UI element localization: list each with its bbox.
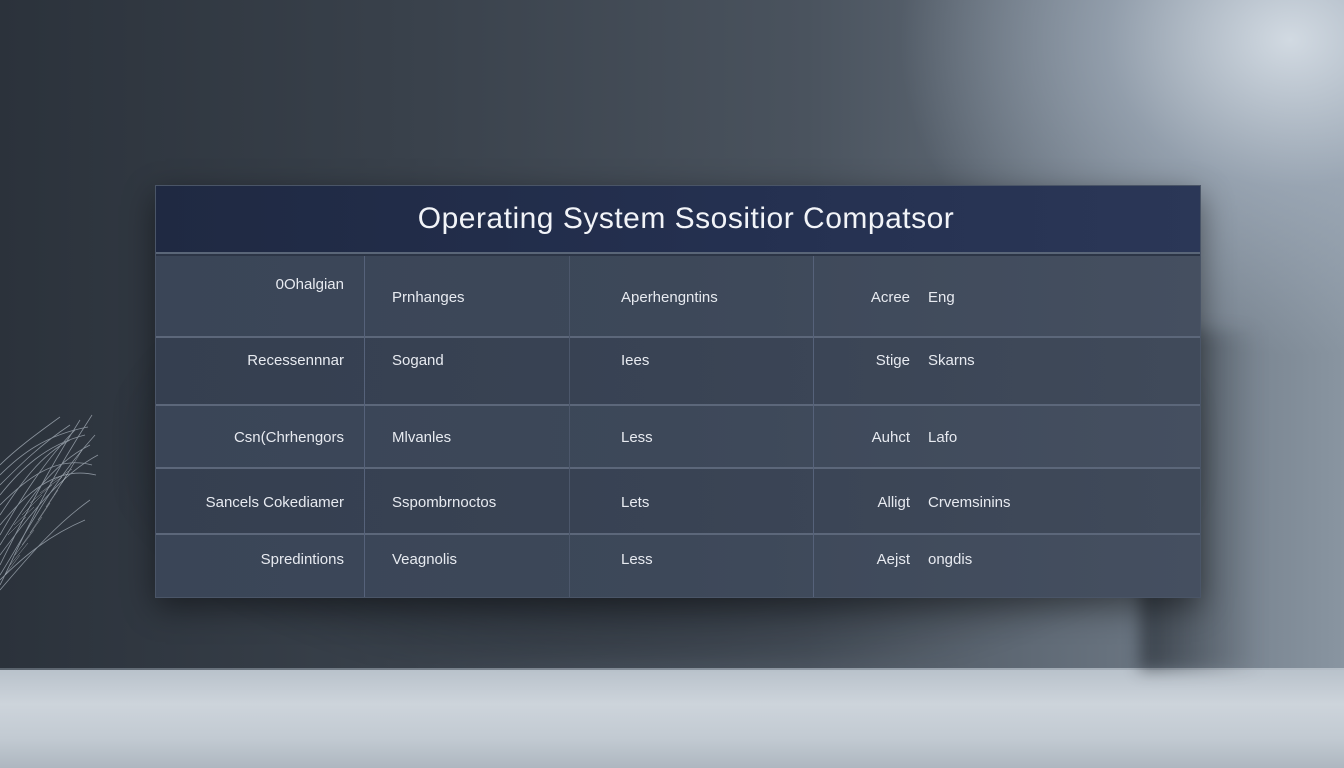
table-row: 0Ohalgian Prnhanges Aperhengntins Acree …: [156, 256, 1200, 338]
table-cell: ongdis: [928, 551, 973, 568]
table-cell: Acree: [870, 288, 910, 306]
table-cell: Stige: [875, 352, 910, 369]
column-divider: [813, 256, 814, 597]
panel-title: Operating System Ssositior Compatsor: [417, 202, 955, 235]
row-label: 0Ohalgian: [275, 276, 344, 293]
column-divider: [569, 256, 570, 597]
table-row: Recessennnar Sogand Iees Stige Skarns: [156, 338, 1200, 406]
table-cell: Sogand: [392, 352, 444, 369]
comparison-panel: Operating System Ssositior Compatsor 0Oh…: [155, 185, 1201, 598]
table-cell: Less: [621, 429, 653, 446]
row-label: Recessennnar: [247, 352, 344, 369]
table-row: Csn(Chrhengors Mlvanles Less Auhct Lafo: [156, 406, 1200, 469]
table-cell: Prnhanges: [392, 288, 465, 306]
table-cell: Lets: [621, 493, 650, 511]
table-cell: Aperhengntins: [621, 288, 718, 306]
row-label: Spredintions: [260, 551, 344, 568]
panel-header: Operating System Ssositior Compatsor: [156, 186, 1200, 254]
background-floor: [0, 670, 1344, 768]
plant-icon: [0, 414, 99, 591]
scene: Operating System Ssositior Compatsor 0Oh…: [0, 0, 1344, 768]
table-cell: Sspombrnoctos: [392, 493, 497, 511]
table-cell: Lafo: [928, 429, 958, 446]
row-label: Csn(Chrhengors: [233, 429, 344, 446]
table-row: Sancels Cokediamer Sspombrnoctos Lets Al…: [156, 469, 1200, 535]
table-cell: Mlvanles: [392, 429, 452, 446]
table-cell: Aejst: [876, 551, 910, 568]
table-cell: Iees: [621, 352, 650, 369]
table-cell: Alligt: [877, 493, 910, 511]
table-cell: Eng: [928, 288, 955, 306]
table-cell: Less: [621, 551, 653, 568]
table-cell: Crvemsinins: [928, 493, 1011, 511]
table-cell: Auhct: [871, 429, 910, 446]
table-cell: Skarns: [928, 352, 975, 369]
column-divider: [364, 256, 365, 597]
table-row: Spredintions Veagnolis Less Aejst ongdis: [156, 535, 1200, 597]
table-cell: Veagnolis: [392, 551, 458, 568]
row-label: Sancels Cokediamer: [205, 493, 344, 511]
